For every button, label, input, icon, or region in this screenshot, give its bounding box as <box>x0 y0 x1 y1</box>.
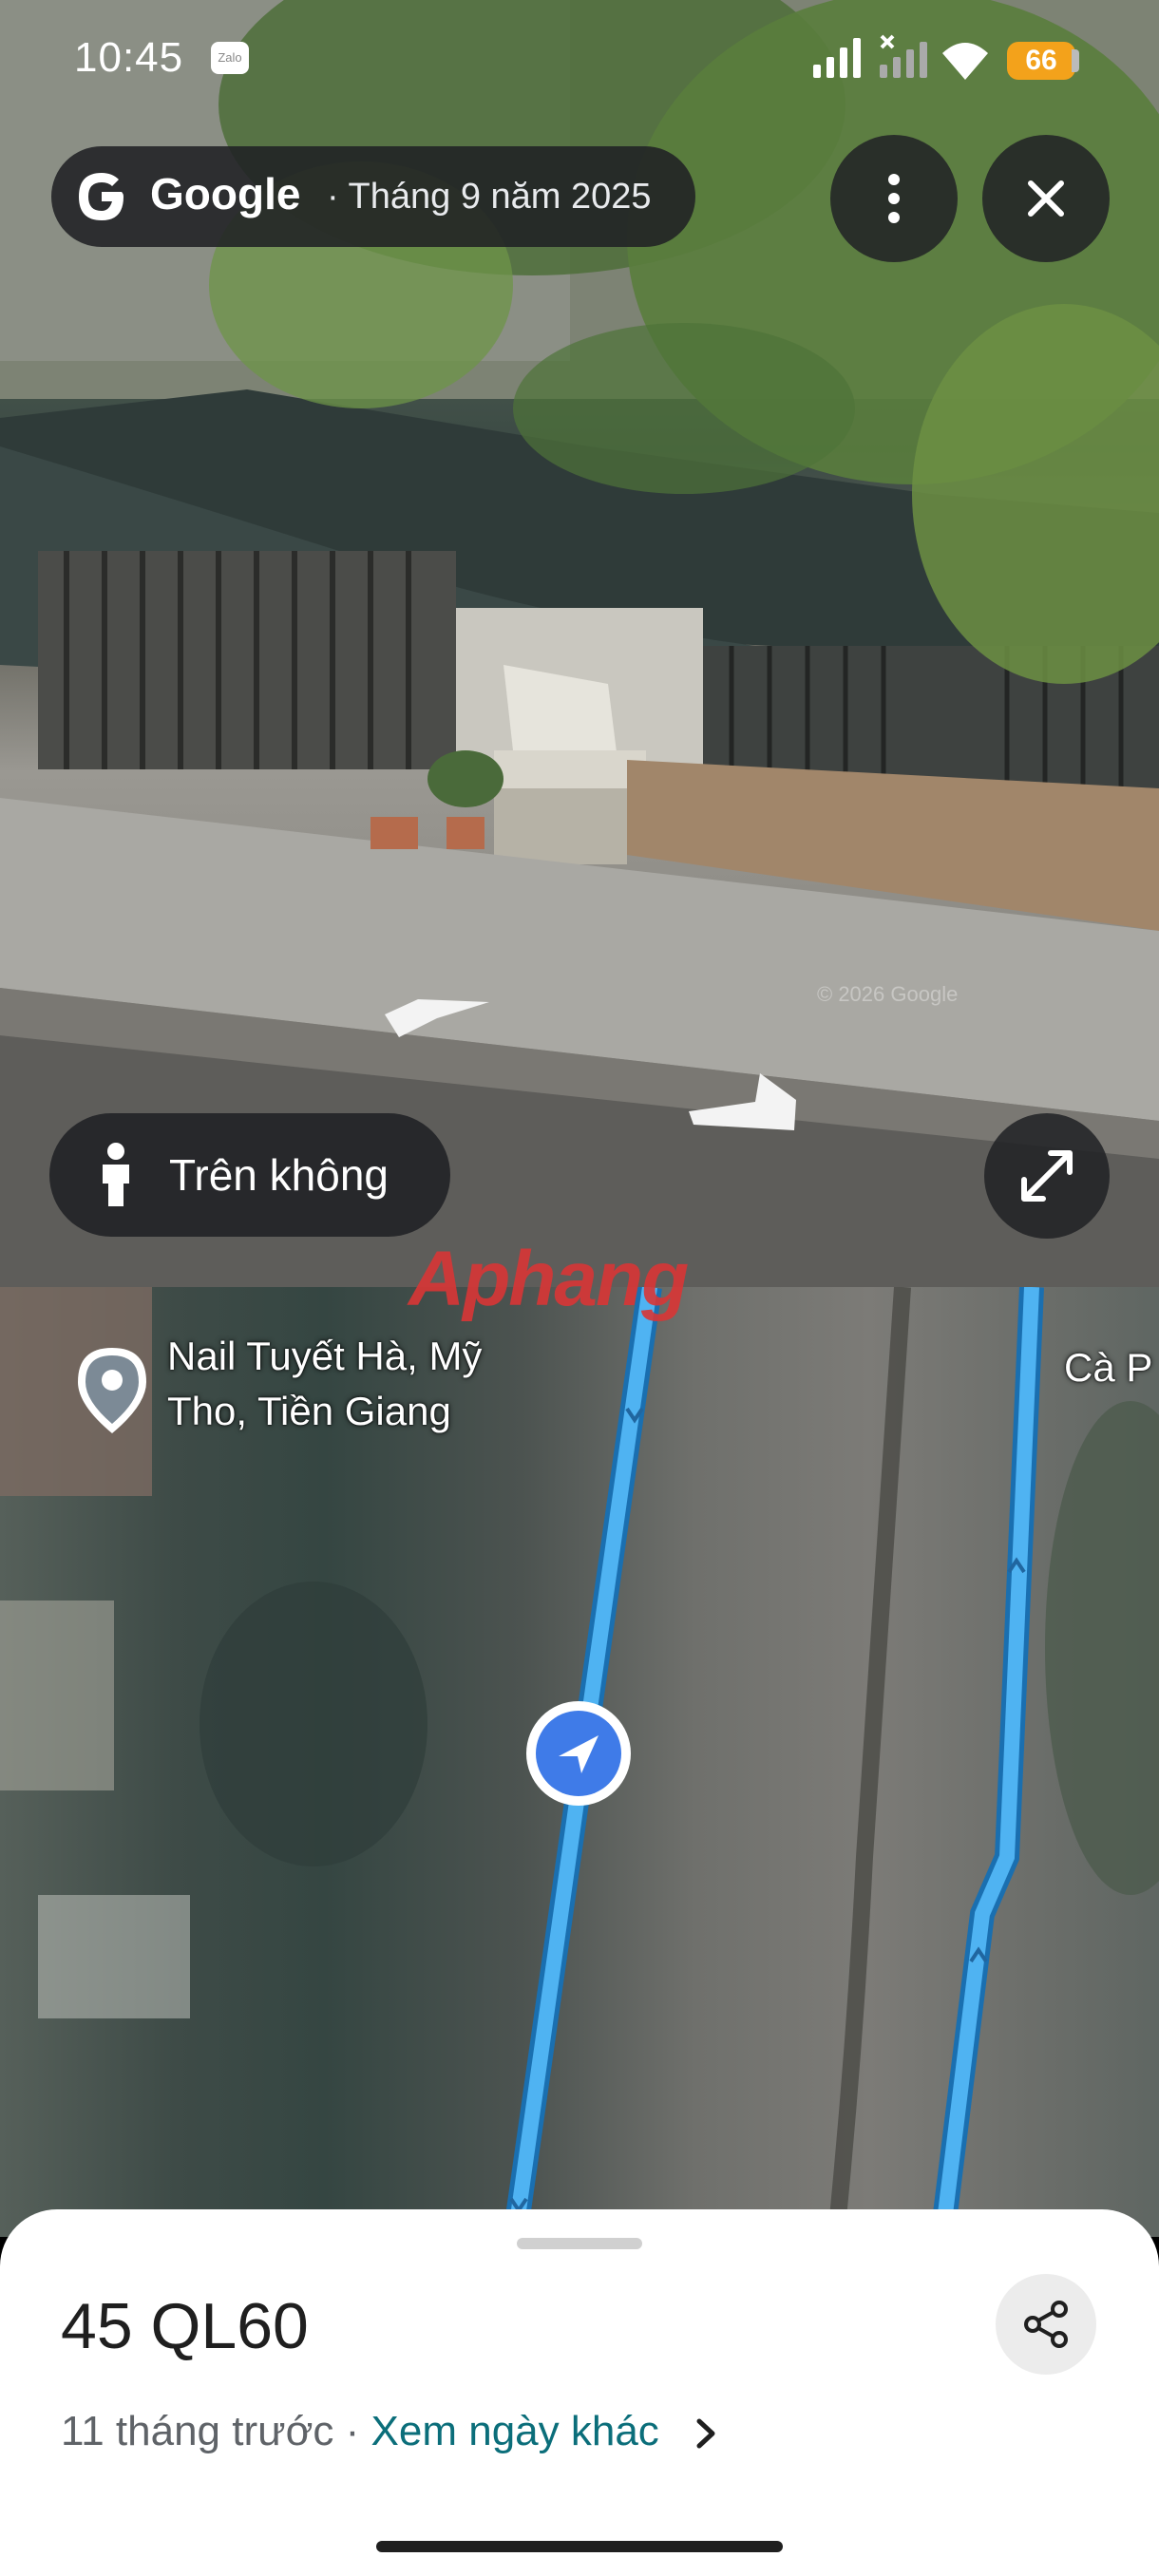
signal-icon <box>813 38 861 78</box>
signal-no-service-icon <box>880 34 927 78</box>
position-arrow-icon <box>559 1735 598 1773</box>
aerial-view-button[interactable]: Trên không <box>49 1113 450 1237</box>
zalo-icon: Zalo <box>211 42 249 74</box>
imagery-date-pill[interactable]: Google · Tháng 9 năm 2025 <box>51 146 695 247</box>
see-other-dates-link[interactable]: Xem ngày khác <box>371 2408 659 2454</box>
pegman-icon <box>103 1143 129 1206</box>
separator: · <box>333 2408 371 2454</box>
imagery-date: · Tháng 9 năm 2025 <box>327 177 652 217</box>
map-edge-label: Cà P <box>1064 1345 1153 1390</box>
home-indicator[interactable] <box>376 2541 783 2552</box>
watermark-logo: Aphang <box>408 1236 689 1322</box>
copyright-watermark: © 2026 Google <box>817 982 959 1006</box>
bottom-sheet[interactable]: 45 QL60 11 tháng trước · Xem ngày khác <box>0 2209 1159 2576</box>
status-time: 10:45 <box>74 34 184 81</box>
place-label-line1: Nail Tuyết Hà, Mỹ <box>167 1334 483 1378</box>
drag-handle[interactable] <box>517 2238 642 2249</box>
more-vert-icon <box>888 174 900 223</box>
expand-icon <box>1021 1150 1073 1202</box>
expand-button[interactable] <box>984 1113 1110 1239</box>
place-pin-icon[interactable] <box>74 1344 150 1437</box>
imagery-age-line: 11 tháng trước · Xem ngày khác <box>61 2403 718 2460</box>
place-title: 45 QL60 <box>61 2290 309 2362</box>
share-icon <box>1024 2301 1068 2348</box>
battery-indicator: 66 <box>1007 42 1075 80</box>
close-icon <box>1028 180 1064 217</box>
battery-tip <box>1072 49 1079 72</box>
place-label[interactable]: Nail Tuyết Hà, Mỹ Tho, Tiền Giang <box>167 1329 482 1439</box>
aerial-view-label: Trên không <box>169 1150 389 1200</box>
chevron-right-icon[interactable] <box>694 2415 718 2452</box>
google-g-icon <box>79 173 124 220</box>
share-button[interactable] <box>996 2274 1096 2375</box>
place-label-line2: Tho, Tiền Giang <box>167 1389 451 1433</box>
wifi-icon <box>942 43 988 80</box>
google-label: Google <box>150 169 301 218</box>
imagery-age: 11 tháng trước <box>61 2408 334 2454</box>
satellite-map[interactable]: Nail Tuyết Hà, Mỹ Tho, Tiền Giang Cà P <box>0 1287 1159 2237</box>
current-position-marker[interactable] <box>526 1701 631 1806</box>
more-options-button[interactable] <box>830 135 958 262</box>
close-button[interactable] <box>982 135 1110 262</box>
